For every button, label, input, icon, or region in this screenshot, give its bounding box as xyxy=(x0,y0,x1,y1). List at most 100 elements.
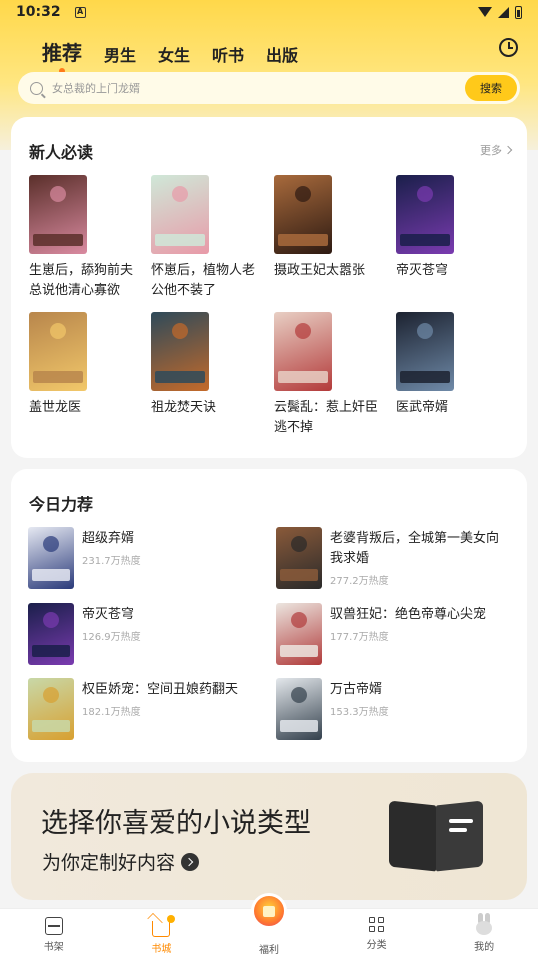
book-cover[interactable] xyxy=(396,175,454,254)
nav-bookstore[interactable]: 书城 xyxy=(108,909,216,958)
book-title[interactable]: 超级弃婿 xyxy=(82,529,262,549)
status-bar: 10:32 A xyxy=(0,0,538,24)
search-bar[interactable]: 女总裁的上门龙婿 搜索 xyxy=(18,72,520,104)
book-heat: 153.3万热度 xyxy=(330,707,389,718)
book-cover[interactable] xyxy=(28,527,74,589)
chevron-right-icon xyxy=(503,145,513,155)
book-item[interactable]: 怀崽后，植物人老公他不装了 xyxy=(151,175,261,301)
tab-female[interactable]: 女生 xyxy=(158,42,190,66)
status-time: 10:32 xyxy=(16,4,61,20)
cover-art-figure xyxy=(295,323,311,340)
bottom-nav: 书架 书城 福利 分类 我的 xyxy=(0,893,538,958)
tab-publish[interactable]: 出版 xyxy=(266,42,298,66)
book-cover[interactable] xyxy=(151,175,209,254)
more-label: 更多 xyxy=(480,144,502,157)
tab-label: 推荐 xyxy=(42,41,82,65)
book-cover[interactable] xyxy=(274,175,332,254)
book-title[interactable]: 怀崽后，植物人老公他不装了 xyxy=(151,261,255,301)
cover-art-figure xyxy=(291,535,307,552)
book-heat: 277.2万热度 xyxy=(330,576,389,587)
cover-title-art xyxy=(280,569,318,581)
more-link[interactable]: 更多 xyxy=(480,142,513,158)
nav-label: 书城 xyxy=(151,944,172,955)
book-item[interactable]: 驭兽狂妃：绝色帝尊心尖宠 177.7万热度 xyxy=(276,603,516,665)
book-title[interactable]: 摄政王妃太嚣张 xyxy=(274,261,378,281)
book-cover[interactable] xyxy=(151,312,209,391)
book-cover[interactable] xyxy=(28,678,74,740)
book-title[interactable]: 老婆背叛后，全城第一美女向我求婚 xyxy=(330,529,510,569)
tab-recommend[interactable]: 推荐 xyxy=(42,37,82,74)
nav-label: 分类 xyxy=(366,940,387,951)
arrow-circle-icon[interactable] xyxy=(181,852,200,871)
book-title[interactable]: 生崽后，舔狗前夫总说他清心寡欲 xyxy=(29,261,133,301)
search-button[interactable]: 搜索 xyxy=(465,75,517,101)
history-clock-icon[interactable] xyxy=(499,38,518,57)
book-item[interactable]: 医武帝婿 xyxy=(396,312,506,418)
book-title[interactable]: 云鬓乱：惹上奸臣逃不掉 xyxy=(274,398,378,438)
book-title[interactable]: 万古帝婿 xyxy=(330,680,510,700)
book-title[interactable]: 帝灭苍穹 xyxy=(82,605,262,625)
nav-bookshelf[interactable]: 书架 xyxy=(0,909,108,958)
tab-label: 男生 xyxy=(104,46,137,65)
book-cover[interactable] xyxy=(29,312,87,391)
book-item[interactable]: 老婆背叛后，全城第一美女向我求婚 277.2万热度 xyxy=(276,527,516,589)
battery-icon xyxy=(515,5,522,19)
cover-title-art xyxy=(32,569,70,581)
book-item[interactable]: 超级弃婿 231.7万热度 xyxy=(28,527,268,589)
cover-title-art xyxy=(32,645,70,657)
tab-male[interactable]: 男生 xyxy=(104,42,136,66)
book-item[interactable]: 权臣娇宠：空间丑娘药翻天 182.1万热度 xyxy=(28,678,268,740)
genre-preference-banner[interactable]: 选择你喜爱的小说类型 为你定制好内容 xyxy=(11,773,527,900)
bookshelf-icon xyxy=(44,917,63,935)
book-cover[interactable] xyxy=(396,312,454,391)
cover-art-figure xyxy=(43,611,59,628)
cover-art-figure xyxy=(43,686,59,703)
cover-art-figure xyxy=(291,686,307,703)
book-item[interactable]: 祖龙焚天诀 xyxy=(151,312,261,418)
book-title[interactable]: 驭兽狂妃：绝色帝尊心尖宠 xyxy=(330,605,510,625)
book-cover[interactable] xyxy=(29,175,87,254)
book-item[interactable]: 帝灭苍穹 126.9万热度 xyxy=(28,603,268,665)
cover-art-figure xyxy=(417,323,433,340)
tab-label: 听书 xyxy=(212,46,245,65)
book-heat: 231.7万热度 xyxy=(82,556,141,567)
book-cover[interactable] xyxy=(274,312,332,391)
book-title[interactable]: 医武帝婿 xyxy=(396,398,500,418)
book-title[interactable]: 祖龙焚天诀 xyxy=(151,398,255,418)
book-title[interactable]: 帝灭苍穹 xyxy=(396,261,500,281)
tab-audiobook[interactable]: 听书 xyxy=(212,42,244,66)
cover-art-figure xyxy=(172,323,188,340)
top-nav-tabs: 推荐 男生 女生 听书 出版 xyxy=(42,30,298,74)
book-cover[interactable] xyxy=(28,603,74,665)
search-input[interactable]: 女总裁的上门龙婿 xyxy=(52,80,465,96)
cover-art-figure xyxy=(172,186,188,203)
banner-title: 选择你喜爱的小说类型 xyxy=(41,808,311,839)
cover-title-art xyxy=(400,234,450,246)
grid-icon xyxy=(368,917,385,933)
cover-title-art xyxy=(400,371,450,383)
cover-title-art xyxy=(33,234,83,246)
book-item[interactable]: 生崽后，舔狗前夫总说他清心寡欲 xyxy=(29,175,139,301)
newbie-section: 新人必读 更多 生崽后，舔狗前夫总说他清心寡欲 怀崽后，植物人老公他不装了 摄政… xyxy=(11,117,527,458)
book-item[interactable]: 盖世龙医 xyxy=(29,312,139,418)
book-title[interactable]: 权臣娇宠：空间丑娘药翻天 xyxy=(82,680,262,700)
cover-art-figure xyxy=(291,611,307,628)
book-heat: 126.9万热度 xyxy=(82,632,141,643)
tab-label: 出版 xyxy=(266,46,299,65)
book-title[interactable]: 盖世龙医 xyxy=(29,398,133,418)
book-cover[interactable] xyxy=(276,603,322,665)
book-item[interactable]: 摄政王妃太嚣张 xyxy=(274,175,384,281)
nav-profile[interactable]: 我的 xyxy=(430,909,538,958)
book-cover[interactable] xyxy=(276,678,322,740)
book-item[interactable]: 云鬓乱：惹上奸臣逃不掉 xyxy=(274,312,384,438)
cover-art-figure xyxy=(50,323,66,340)
book-item[interactable]: 万古帝婿 153.3万热度 xyxy=(276,678,516,740)
nav-category[interactable]: 分类 xyxy=(323,909,431,958)
nav-welfare[interactable]: 福利 xyxy=(215,893,323,958)
book-item[interactable]: 帝灭苍穹 xyxy=(396,175,506,281)
banner-subtitle[interactable]: 为你定制好内容 xyxy=(42,848,200,875)
notification-icon: A xyxy=(74,6,86,18)
wifi-icon xyxy=(478,7,492,17)
banner-subtitle-text: 为你定制好内容 xyxy=(42,852,176,874)
book-cover[interactable] xyxy=(276,527,322,589)
